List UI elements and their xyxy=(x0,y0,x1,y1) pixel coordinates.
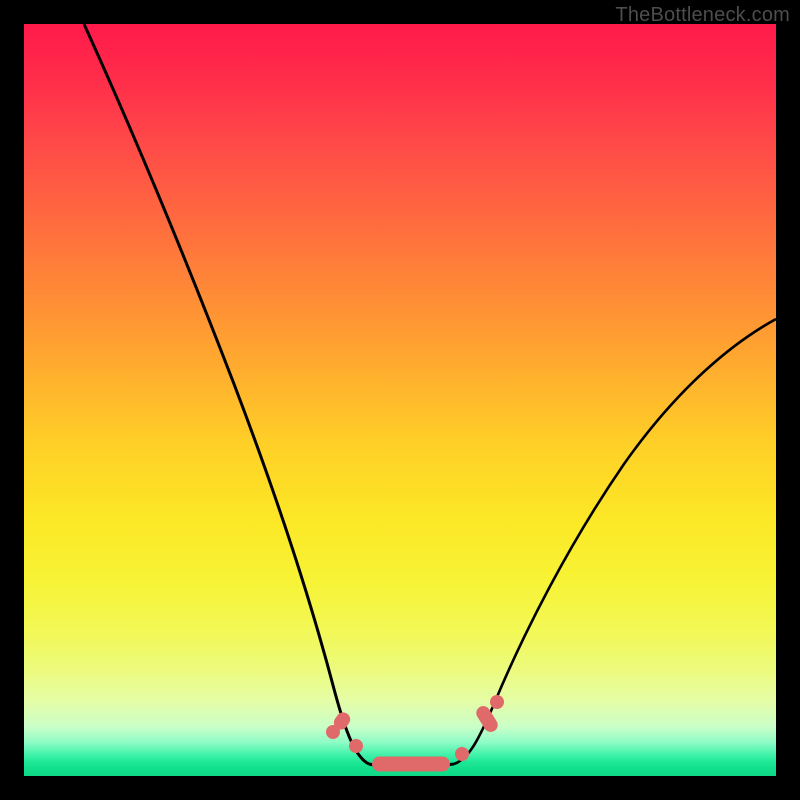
marker-capsule xyxy=(372,757,450,772)
plot-area xyxy=(24,24,776,776)
marker-dot xyxy=(455,747,469,761)
valley-markers xyxy=(326,695,504,772)
right-curve xyxy=(454,319,776,764)
curve-overlay xyxy=(24,24,776,776)
left-curve xyxy=(84,24,369,764)
marker-dot xyxy=(349,739,363,753)
outer-frame: TheBottleneck.com xyxy=(0,0,800,800)
watermark-text: TheBottleneck.com xyxy=(615,4,790,27)
marker-dot xyxy=(490,695,504,709)
